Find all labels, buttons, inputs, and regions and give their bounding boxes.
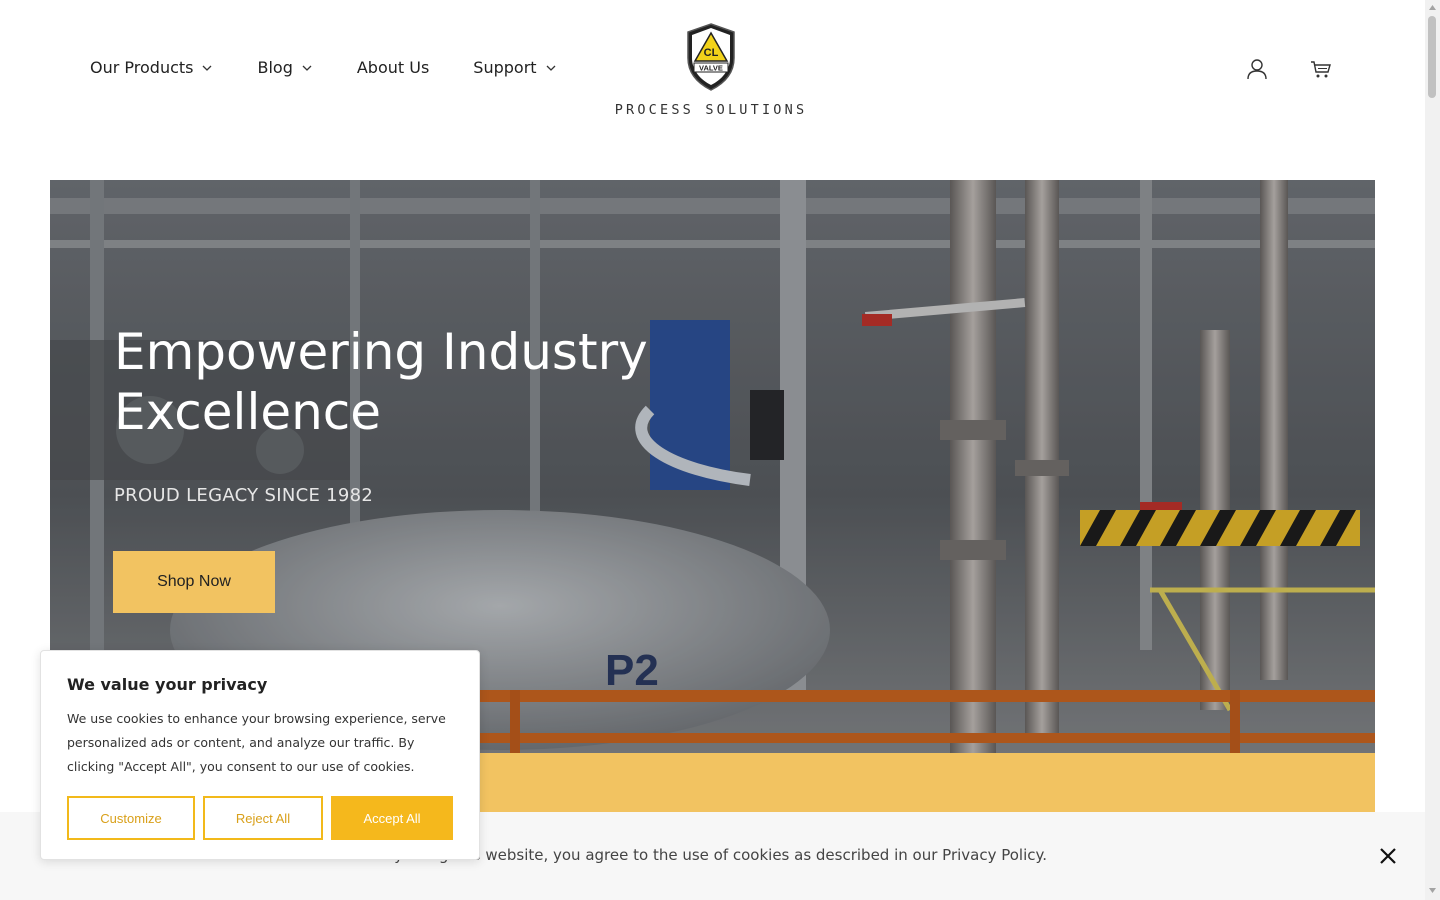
nav-label: Blog bbox=[257, 58, 293, 77]
svg-text:CL: CL bbox=[704, 47, 719, 59]
scrollbar-thumb[interactable] bbox=[1428, 16, 1436, 98]
nav-our-products[interactable]: Our Products bbox=[90, 58, 213, 77]
nav-blog[interactable]: Blog bbox=[257, 58, 312, 77]
privacy-consent-dialog: We value your privacy We use cookies to … bbox=[40, 650, 480, 860]
scroll-up-arrow-icon[interactable] bbox=[1428, 3, 1437, 12]
scroll-down-arrow-icon[interactable] bbox=[1428, 886, 1437, 895]
page-scrollbar[interactable] bbox=[1425, 0, 1440, 900]
chevron-down-icon bbox=[546, 65, 556, 71]
site-header: Our Products Blog About Us Support CL VA… bbox=[0, 0, 1425, 150]
user-icon[interactable] bbox=[1246, 58, 1268, 80]
logo-shield-icon: CL VALVE bbox=[687, 23, 735, 91]
cookie-notice-text: By using this website, you agree to the … bbox=[384, 846, 1048, 864]
cart-icon[interactable] bbox=[1310, 58, 1332, 80]
site-logo[interactable]: CL VALVE PROCESS SOLUTIONS bbox=[593, 22, 829, 122]
logo-brand-text: PROCESS SOLUTIONS bbox=[614, 102, 808, 118]
accept-all-button[interactable]: Accept All bbox=[331, 796, 453, 840]
privacy-body: We use cookies to enhance your browsing … bbox=[67, 711, 446, 774]
nav-label: Our Products bbox=[90, 58, 194, 77]
privacy-title: We value your privacy bbox=[67, 675, 268, 694]
nav-label: Support bbox=[473, 58, 537, 77]
chevron-down-icon bbox=[203, 65, 212, 71]
svg-text:VALVE: VALVE bbox=[699, 64, 723, 73]
nav-support[interactable]: Support bbox=[473, 58, 556, 77]
chevron-down-icon bbox=[302, 65, 312, 71]
nav-label: About Us bbox=[356, 58, 430, 77]
close-icon[interactable] bbox=[1378, 846, 1398, 866]
nav-about-us[interactable]: About Us bbox=[357, 58, 429, 77]
reject-all-button[interactable]: Reject All bbox=[203, 796, 323, 840]
hero-subtitle: PROUD LEGACY SINCE 1982 bbox=[114, 485, 374, 506]
main-nav: Our Products Blog About Us Support bbox=[90, 58, 601, 77]
customize-button[interactable]: Customize bbox=[67, 796, 195, 840]
hero-title: Empowering Industry Excellence bbox=[114, 323, 648, 441]
shop-now-button[interactable]: Shop Now bbox=[113, 551, 275, 613]
